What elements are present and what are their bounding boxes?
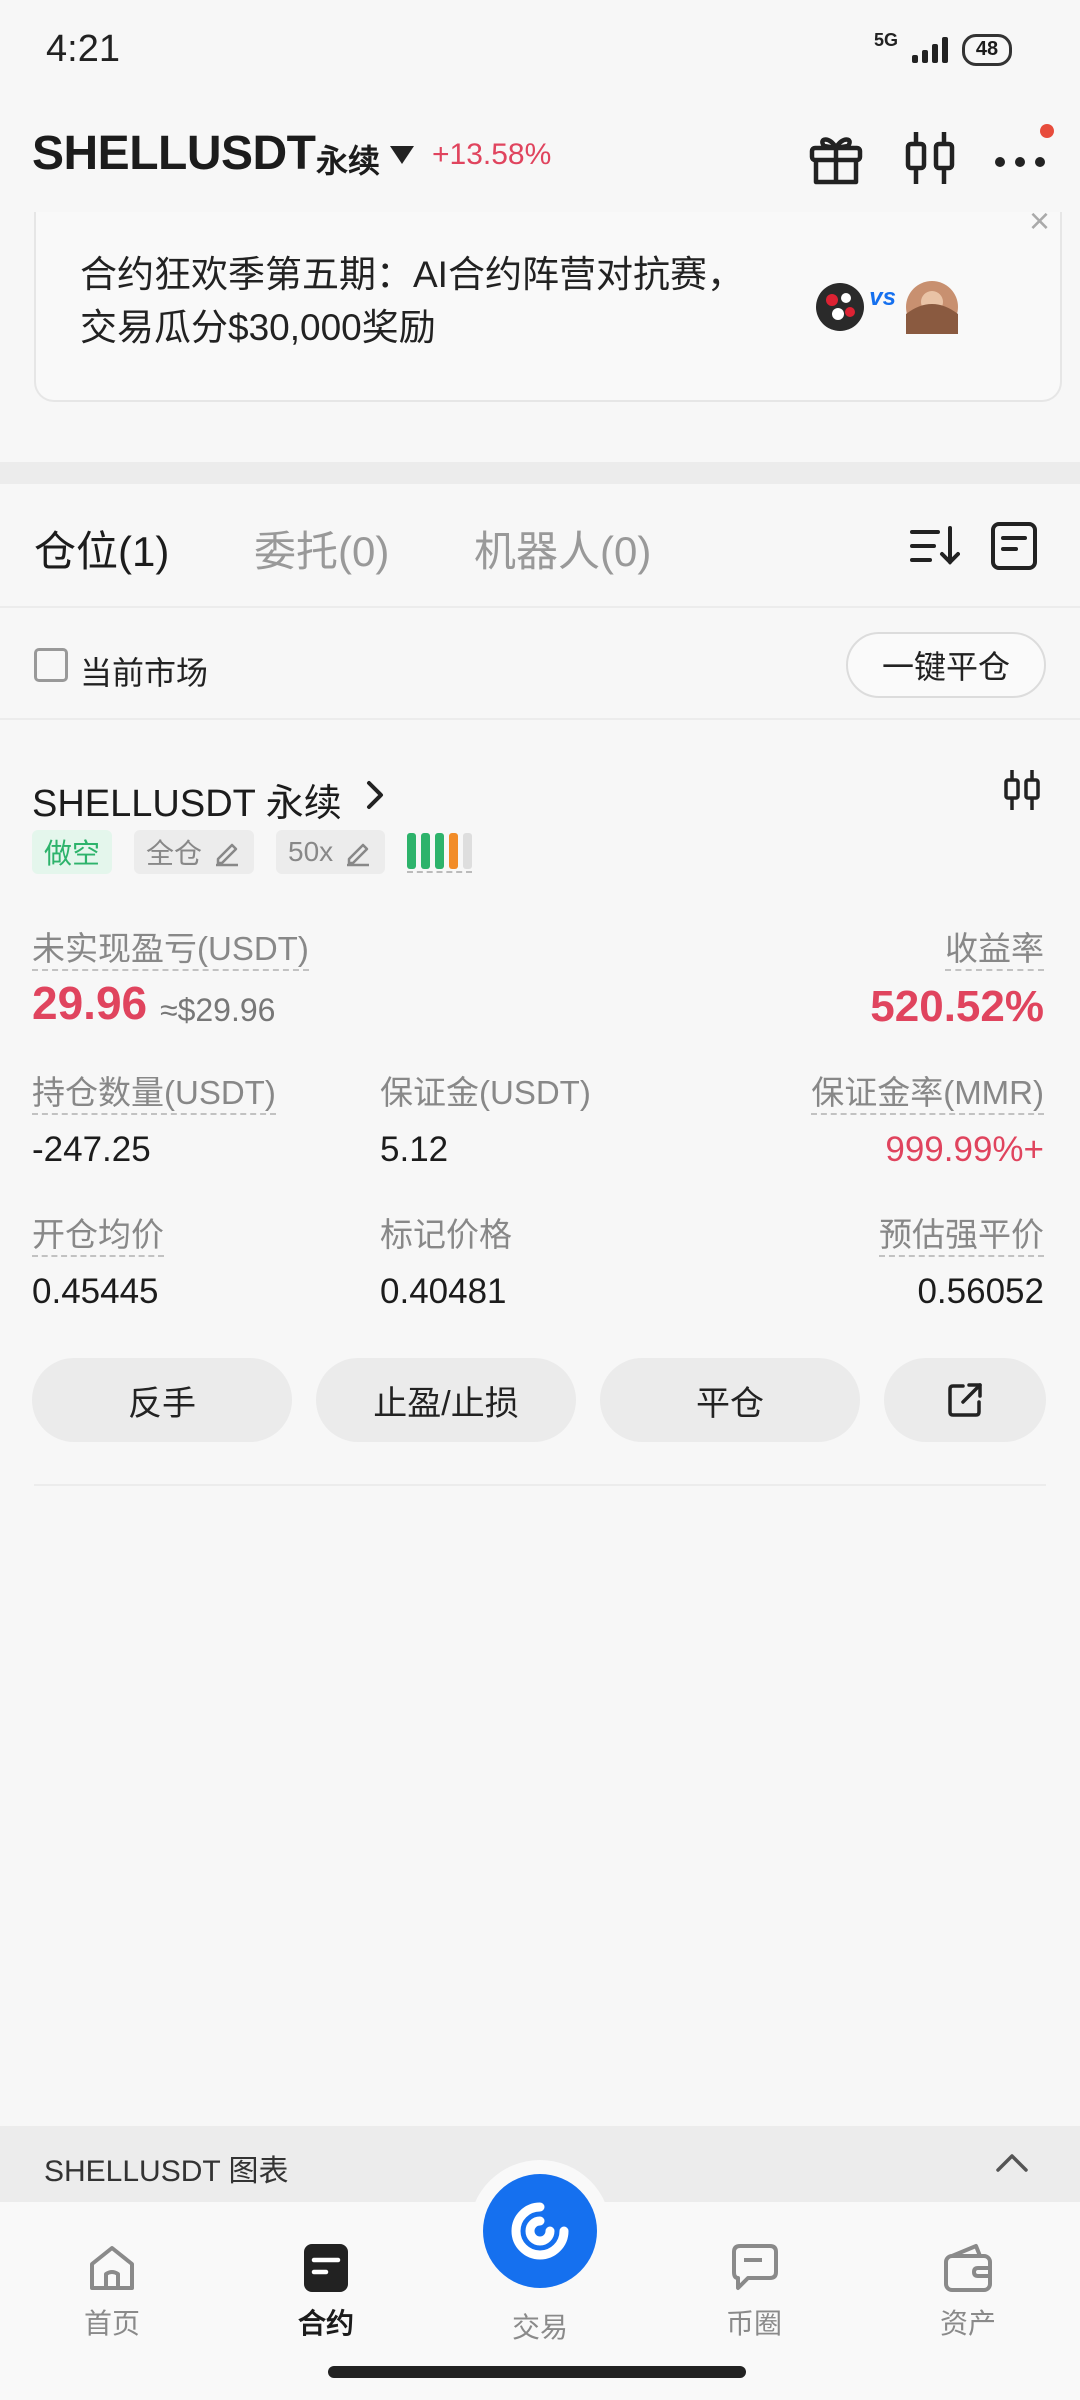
contract-type-selector[interactable]: 永续 [316,136,380,182]
risk-bar-segment [463,833,473,869]
close-all-button[interactable]: 一键平仓 [846,632,1046,698]
risk-bar-segment [421,833,431,869]
mmr-label[interactable]: 保证金率(MMR) [811,1066,1044,1115]
signal-icon [912,36,948,63]
entry-price-label[interactable]: 开仓均价 [32,1208,164,1257]
card-divider [34,1484,1046,1486]
candlestick-icon[interactable] [1000,768,1044,812]
home-indicator [328,2366,746,2378]
edit-icon[interactable] [343,837,373,867]
risk-bar-segment [435,833,445,869]
nav-assets[interactable]: 资产 [898,2240,1038,2342]
network-type: 5G [873,30,898,50]
wallet-icon[interactable] [940,2240,996,2296]
header-symbol[interactable]: SHELLUSDT [32,126,316,181]
position-size-label[interactable]: 持仓数量(USDT) [32,1066,276,1115]
tab-orders[interactable]: 委托(0) [254,518,389,579]
unrealized-pnl-label[interactable]: 未实现盈亏(USDT) [32,922,309,971]
risk-level-indicator[interactable] [407,831,473,873]
roe-value: 520.52% [870,982,1044,1031]
futures-icon[interactable] [298,2240,354,2296]
tpsl-button[interactable]: 止盈/止损 [316,1358,576,1442]
vs-text: vs [869,284,896,311]
margin-label: 保证金(USDT) [380,1074,591,1111]
tab-bots[interactable]: 机器人(0) [474,518,651,579]
nav-home[interactable]: 首页 [42,2240,182,2342]
mark-price-label: 标记价格 [380,1216,512,1253]
position-actions: 反手 止盈/止损 平仓 [32,1358,1046,1442]
price-change: +13.58% [432,138,552,171]
caret-down-icon[interactable] [390,146,414,164]
liq-price-label[interactable]: 预估强平价 [879,1208,1044,1257]
banner-text[interactable]: 合约狂欢季第五期：AI合约阵营对抗赛，交易瓜分$30,000奖励 [80,248,760,354]
liq-price-value: 0.56052 [917,1272,1044,1311]
status-icons: 5G 48 [874,30,1012,69]
status-bar: 4:21 5G 48 [0,0,1080,100]
share-button[interactable] [884,1358,1046,1442]
chart-drawer-label[interactable]: SHELLUSDT 图表 [44,2146,289,2190]
side-badge: 做空 [32,830,113,874]
section-divider [0,462,1080,484]
trade-fab[interactable] [469,2160,611,2302]
mmr-value: 999.99%+ [885,1130,1044,1169]
share-icon[interactable] [945,1380,985,1420]
chevron-up-icon[interactable] [994,2148,1030,2178]
edit-icon[interactable] [212,837,242,867]
candlestick-icon[interactable] [898,126,962,190]
trade-icon[interactable] [508,2199,572,2263]
promo-banner[interactable]: 合约狂欢季第五期：AI合约阵营对抗赛，交易瓜分$30,000奖励 × vs [34,200,1062,402]
chevron-right-icon[interactable] [360,780,390,810]
history-icon[interactable] [988,520,1040,572]
current-market-label[interactable]: 当前市场 [80,648,208,694]
nav-community[interactable]: 币圈 [684,2240,824,2342]
position-tabs: 仓位(1) 委托(0) 机器人(0) [0,484,1080,608]
tab-positions[interactable]: 仓位(1) [34,518,169,579]
nav-trade-label[interactable]: 交易 [470,2306,610,2346]
close-position-button[interactable]: 平仓 [600,1358,860,1442]
sort-icon[interactable] [908,520,960,572]
mark-price-value: 0.40481 [380,1272,507,1311]
position-symbol[interactable]: SHELLUSDT 永续 [32,772,342,827]
reverse-button[interactable]: 反手 [32,1358,292,1442]
risk-bar-segment [449,833,459,869]
status-time: 4:21 [46,28,120,70]
community-icon[interactable] [726,2240,782,2296]
margin-mode-badge[interactable]: 全仓 [134,830,255,874]
roe-label[interactable]: 收益率 [945,922,1044,971]
home-icon[interactable] [84,2240,140,2296]
position-size-value: -247.25 [32,1130,151,1169]
leverage-badge[interactable]: 50x [276,830,386,874]
close-icon[interactable]: × [1029,200,1050,242]
filter-row: 当前市场 一键平仓 [0,610,1080,720]
gift-icon[interactable] [804,126,868,190]
battery-icon: 48 [962,33,1012,66]
nav-futures[interactable]: 合约 [256,2240,396,2342]
position-badges: 做空 全仓 50x [32,830,473,874]
app-header: SHELLUSDT 永续 +13.58% [0,118,1080,190]
risk-bar-segment [407,833,417,869]
unrealized-pnl-value: 29.96 [32,977,148,1029]
unrealized-pnl-approx: ≈$29.96 [160,992,276,1028]
entry-price-value: 0.45445 [32,1272,159,1311]
margin-value: 5.12 [380,1130,449,1169]
current-market-checkbox[interactable] [34,648,68,682]
notification-dot [1040,124,1054,138]
